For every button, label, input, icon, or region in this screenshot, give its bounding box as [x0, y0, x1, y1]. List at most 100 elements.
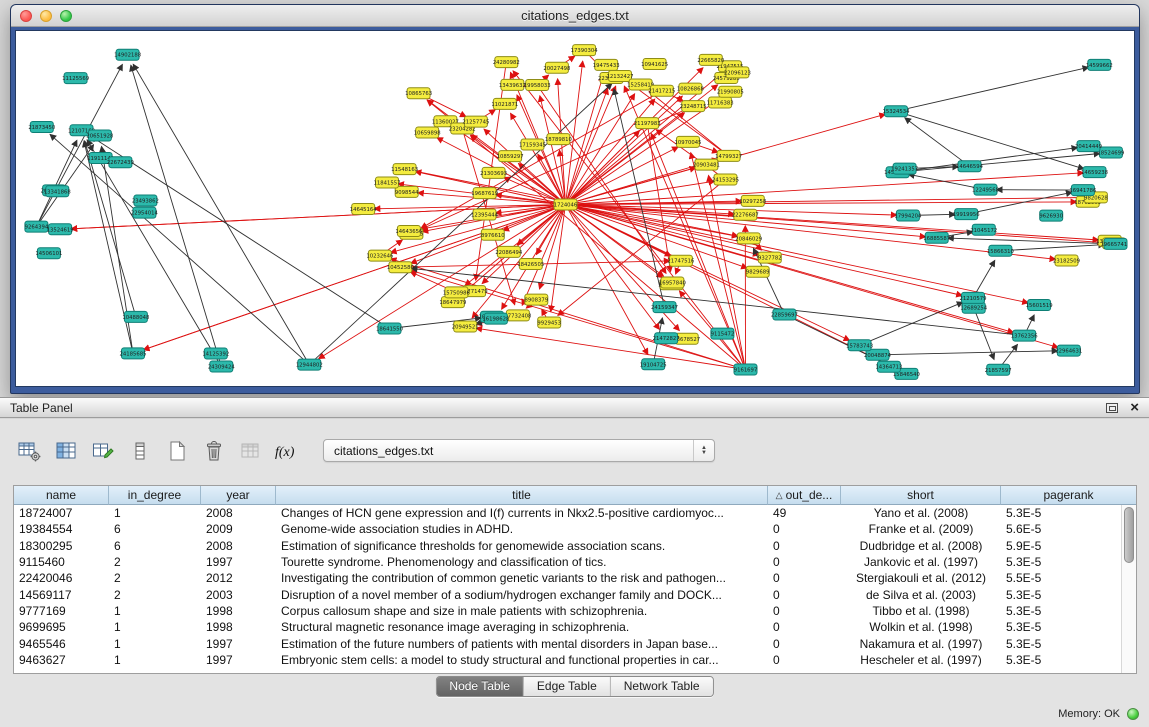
table-row[interactable]: 969969511998Structural magnetic resonanc… — [14, 619, 1121, 635]
graph-node[interactable]: 22276687 — [732, 209, 759, 220]
graph-node[interactable]: 11716383 — [707, 97, 734, 108]
table-row[interactable]: 1456911722003Disruption of a novel membe… — [14, 586, 1121, 602]
graph-node[interactable]: 20651928 — [86, 130, 114, 141]
graph-node[interactable]: 15601519 — [1026, 300, 1053, 311]
table-vertical-scrollbar[interactable] — [1121, 505, 1136, 673]
graph-node[interactable]: 8976610 — [481, 229, 505, 240]
table-mode-icon[interactable] — [14, 437, 44, 464]
graph-node[interactable]: 15783743 — [846, 340, 873, 351]
graph-node[interactable]: 19241357 — [891, 163, 918, 174]
graph-node[interactable]: 24159347 — [651, 302, 678, 313]
tab-node-table[interactable]: Node Table — [436, 677, 523, 696]
graph-node[interactable]: 19919956 — [953, 209, 981, 220]
graph-node[interactable]: 17390304 — [571, 45, 599, 56]
column-narrow-icon[interactable] — [125, 437, 155, 464]
graph-node[interactable]: 22096123 — [724, 67, 751, 78]
table-row[interactable]: 2242004622012Investigating the contribut… — [14, 570, 1121, 586]
graph-node[interactable]: 14659238 — [1081, 167, 1109, 178]
graph-node[interactable]: 19687619 — [471, 188, 498, 199]
network-graph-canvas[interactable]: 9929453890837917732408209495211777147918… — [16, 31, 1135, 387]
graph-node[interactable]: 17994204 — [894, 210, 922, 221]
graph-node[interactable]: 13524619 — [47, 224, 74, 235]
table-source-dropdown[interactable]: citations_edges.txt ▲▼ — [323, 439, 715, 462]
graph-node[interactable]: 10826868 — [677, 83, 705, 94]
graph-node[interactable]: 19958033 — [524, 80, 551, 91]
graph-node[interactable]: 23248715 — [680, 101, 707, 112]
graph-node[interactable]: 20846029 — [735, 233, 762, 244]
graph-node[interactable]: 20949521 — [452, 321, 479, 332]
graph-node[interactable]: 11548163 — [391, 164, 418, 175]
graph-node[interactable]: 14599662 — [1086, 59, 1113, 70]
graph-node[interactable]: 23493862 — [132, 195, 159, 206]
table-row[interactable]: 946554611997Estimation of the future num… — [14, 635, 1121, 651]
graph-node[interactable]: 16941786 — [1069, 185, 1097, 196]
graph-node[interactable]: 22859697 — [771, 309, 798, 320]
graph-node[interactable]: 18789810 — [545, 134, 573, 145]
graph-node[interactable]: 24280982 — [493, 57, 520, 68]
graph-node[interactable]: 9161697 — [734, 364, 758, 375]
graph-node[interactable]: 20903481 — [693, 159, 720, 170]
column-visibility-icon[interactable] — [51, 437, 81, 464]
graph-node[interactable]: 16957840 — [659, 277, 687, 288]
graph-node[interactable]: 11841557 — [374, 177, 401, 188]
graph-node[interactable]: 18426505 — [517, 259, 544, 270]
column-header-out_de[interactable]: △out_de... — [768, 486, 841, 505]
graph-node[interactable]: 10297258 — [739, 195, 767, 206]
table-row[interactable]: 946362711997Embryonic stem cells: a mode… — [14, 652, 1121, 668]
graph-node[interactable]: 14506101 — [35, 248, 62, 259]
graph-node[interactable]: 14646594 — [956, 161, 984, 172]
graph-node[interactable]: 19475433 — [593, 59, 620, 70]
table-row[interactable]: 977716911998Corpus callosum shape and si… — [14, 603, 1121, 619]
close-panel-icon[interactable]: × — [1130, 402, 1139, 414]
graph-node[interactable]: 21417215 — [648, 85, 675, 96]
graph-node[interactable]: 9098544 — [395, 186, 419, 197]
graph-node[interactable]: 21257745 — [462, 116, 489, 127]
graph-node[interactable]: 10970045 — [675, 136, 702, 147]
delete-trash-icon[interactable] — [199, 437, 229, 464]
column-header-year[interactable]: year — [201, 486, 276, 505]
tab-edge-table[interactable]: Edge Table — [523, 677, 610, 696]
graph-node[interactable]: 9829689 — [746, 266, 770, 277]
float-panel-icon[interactable] — [1106, 403, 1118, 413]
graph-node[interactable]: 9626930 — [1039, 210, 1063, 221]
column-header-title[interactable]: title — [276, 486, 768, 505]
graph-node[interactable]: 22954014 — [131, 207, 159, 218]
graph-node[interactable]: 14799327 — [715, 150, 742, 161]
tab-network-table[interactable]: Network Table — [610, 677, 713, 696]
table-edit-icon[interactable] — [88, 437, 118, 464]
window-titlebar[interactable]: citations_edges.txt — [11, 5, 1139, 27]
column-header-short[interactable]: short — [841, 486, 1001, 505]
graph-node[interactable]: 19104725 — [640, 359, 667, 370]
graph-node[interactable]: 1724046 — [554, 199, 578, 210]
graph-node[interactable]: 11125569 — [62, 73, 89, 84]
graph-node[interactable]: 17159345 — [519, 139, 546, 150]
graph-node[interactable]: 15324534 — [883, 106, 911, 117]
graph-node[interactable]: 9929453 — [537, 317, 561, 328]
function-icon[interactable]: f(x) — [273, 437, 303, 464]
graph-node[interactable]: 14364713 — [875, 361, 902, 372]
graph-node[interactable]: 24153295 — [712, 174, 739, 185]
graph-node[interactable]: 9665741 — [1104, 238, 1128, 249]
graph-node[interactable]: 12249568 — [972, 184, 1000, 195]
graph-node[interactable]: 12395444 — [471, 209, 499, 220]
graph-node[interactable]: 11021871 — [491, 98, 518, 109]
graph-node[interactable]: 21873450 — [28, 122, 56, 133]
graph-node[interactable]: 13341868 — [44, 186, 72, 197]
graph-node[interactable]: 18641550 — [376, 323, 404, 334]
graph-node[interactable]: 23182509 — [1053, 255, 1080, 266]
graph-node[interactable]: 21045172 — [970, 224, 997, 235]
graph-node[interactable]: 15866310 — [987, 245, 1015, 256]
graph-node[interactable]: 21472827 — [653, 333, 680, 344]
graph-node[interactable]: 24185685 — [120, 348, 147, 359]
graph-node[interactable]: 22665820 — [697, 54, 725, 65]
column-header-pagerank[interactable]: pagerank — [1001, 486, 1136, 505]
graph-node[interactable]: 10859297 — [497, 151, 524, 162]
graph-node[interactable]: 21197983 — [634, 118, 661, 129]
graph-node[interactable]: 10865763 — [405, 88, 432, 99]
graph-node[interactable]: 9327782 — [758, 252, 782, 263]
graph-node[interactable]: 13762356 — [1011, 330, 1039, 341]
graph-node[interactable]: 10452580 — [387, 262, 415, 273]
graph-node[interactable]: 21857597 — [985, 364, 1012, 375]
graph-node[interactable]: 21990805 — [717, 86, 744, 97]
graph-node[interactable]: 20414449 — [1075, 141, 1102, 152]
